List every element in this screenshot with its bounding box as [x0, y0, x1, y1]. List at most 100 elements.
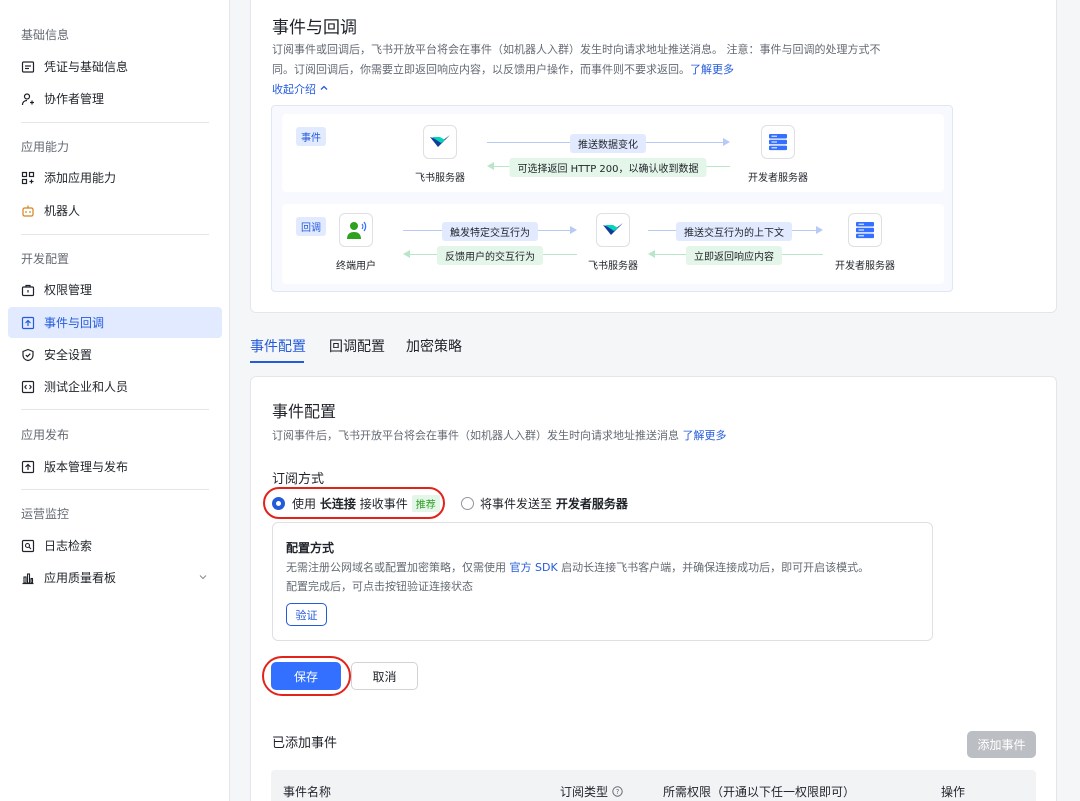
tab-encryption[interactable]: 加密策略 — [406, 336, 462, 356]
dev-server-node — [848, 213, 882, 247]
arrow-left-icon — [403, 250, 410, 258]
cancel-button[interactable]: 取消 — [351, 662, 418, 690]
option-bold-text: 开发者服务器 — [555, 497, 628, 511]
sidebar-divider — [21, 122, 209, 123]
permission-icon — [21, 283, 35, 297]
long-connection-radio[interactable] — [272, 497, 285, 510]
sidebar-divider — [21, 489, 209, 490]
sidebar-item-credentials[interactable]: 凭证与基础信息 — [8, 51, 222, 82]
added-events-title: 已添加事件 — [272, 736, 338, 751]
event-icon — [21, 316, 35, 330]
sidebar-item-security[interactable]: 安全设置 — [8, 339, 222, 370]
sidebar-item-label: 测试企业和人员 — [44, 380, 129, 394]
subscribe-mode-label: 订阅方式 — [272, 472, 325, 487]
column-event-name: 事件名称 — [283, 785, 332, 799]
code-icon — [21, 380, 35, 394]
sidebar-item-test-users[interactable]: 测试企业和人员 — [8, 371, 222, 402]
arrow-right-icon — [816, 226, 823, 234]
official-sdk-link[interactable]: 官方 SDK — [510, 561, 558, 574]
robot-icon — [21, 204, 35, 218]
sidebar-item-robot[interactable]: 机器人 — [8, 195, 222, 226]
upload-icon — [21, 460, 35, 474]
sidebar-item-label: 安全设置 — [44, 348, 93, 362]
chart-bar-icon — [21, 571, 35, 585]
event-lane — [282, 114, 944, 192]
collapse-intro-button[interactable]: 收起介绍 — [272, 80, 329, 100]
arrow-right-icon — [570, 226, 577, 234]
sidebar-item-log-search[interactable]: 日志检索 — [8, 530, 222, 561]
recommend-badge: 推荐 — [411, 495, 440, 512]
cb-return-label: 立即返回响应内容 — [686, 246, 782, 265]
mode-desc-text: 启动长连接飞书客户端，并确保连接成功后，即可开启该模式。 — [561, 561, 870, 574]
intro-description-line1: 订阅事件或回调后，飞书开放平台将会在事件（如机器人入群）发生时向请求地址推送消息… — [272, 43, 881, 56]
dev-server-radio[interactable] — [461, 497, 474, 510]
sidebar-group-title: 基础信息 — [21, 28, 70, 42]
event-return-label: 可选择返回 HTTP 200，以确认收到数据 — [509, 158, 707, 177]
config-mode-description-2: 配置完成后，可点击按钮验证连接状态 — [286, 580, 473, 593]
sidebar-item-permissions[interactable]: 权限管理 — [8, 274, 222, 305]
sidebar-item-label: 应用质量看板 — [44, 571, 117, 585]
option-text: 将事件发送至 — [480, 497, 553, 511]
config-title: 事件配置 — [272, 402, 337, 421]
dev-server-option-label[interactable]: 将事件发送至 开发者服务器 — [480, 495, 628, 512]
add-event-button[interactable]: 添加事件 — [967, 731, 1036, 758]
sidebar-item-label: 添加应用能力 — [44, 171, 117, 185]
sidebar-item-label: 日志检索 — [44, 539, 93, 553]
active-tab-indicator — [250, 361, 304, 363]
chevron-up-icon — [320, 85, 328, 90]
feishu-server-label: 飞书服务器 — [415, 173, 465, 184]
cb-push-label: 推送交互行为的上下文 — [676, 222, 792, 241]
arrow-left-icon — [648, 250, 655, 258]
intro-description-line2: 同。订阅回调后，你需要立即返回响应内容，以反馈用户操作，而事件则不要求返回。了解… — [272, 60, 734, 80]
mode-desc-text: 无需注册公网域名或配置加密策略，仅需使用 — [286, 561, 506, 574]
sidebar-item-release[interactable]: 版本管理与发布 — [8, 451, 222, 482]
help-icon[interactable]: ? — [612, 786, 623, 797]
verify-button[interactable]: 验证 — [286, 603, 327, 626]
column-subscribe-type: 订阅类型 ? — [560, 783, 623, 800]
sidebar-item-quality-dashboard[interactable]: 应用质量看板 — [8, 562, 222, 593]
sidebar-item-label: 权限管理 — [44, 283, 93, 297]
feishu-server-node — [596, 213, 630, 247]
option-text: 使用 — [292, 497, 317, 511]
config-description-text: 订阅事件后，飞书开放平台将会在事件（如机器人入群）发生时向请求地址推送消息 — [272, 429, 679, 442]
learn-more-link[interactable]: 了解更多 — [690, 63, 734, 76]
sidebar-item-label: 事件与回调 — [44, 316, 105, 330]
log-search-icon — [21, 539, 35, 553]
sidebar-group-title: 开发配置 — [21, 252, 70, 266]
sidebar-item-label: 凭证与基础信息 — [44, 60, 129, 74]
sidebar-item-events-callbacks[interactable]: 事件与回调 — [8, 307, 222, 338]
sidebar-group-title: 应用能力 — [21, 140, 70, 154]
shield-icon — [21, 348, 35, 362]
dev-server-node — [761, 125, 795, 159]
user-icon — [347, 221, 367, 239]
sidebar-item-collaborators[interactable]: 协作者管理 — [8, 83, 222, 114]
learn-more-link[interactable]: 了解更多 — [683, 429, 727, 442]
cb-feedback-label: 反馈用户的交互行为 — [437, 246, 543, 265]
option-bold-text: 长连接 — [319, 497, 356, 511]
dev-server-label: 开发者服务器 — [835, 261, 895, 272]
long-connection-option-label[interactable]: 使用 长连接 接收事件 推荐 — [292, 495, 440, 512]
add-user-icon — [21, 92, 35, 106]
sidebar-item-label: 版本管理与发布 — [44, 460, 129, 474]
event-tag: 事件 — [296, 127, 326, 146]
config-description: 订阅事件后，飞书开放平台将会在事件（如机器人入群）发生时向请求地址推送消息 了解… — [272, 426, 727, 446]
event-push-label: 推送数据变化 — [570, 134, 646, 153]
sidebar-item-add-capability[interactable]: 添加应用能力 — [8, 162, 222, 193]
feishu-logo-icon — [430, 135, 450, 147]
tab-callback-config[interactable]: 回调配置 — [329, 336, 385, 356]
intro-title: 事件与回调 — [272, 18, 357, 38]
events-table-header: 事件名称 订阅类型 ? 所需权限（开通以下任一权限即可） 操作 — [271, 770, 1036, 801]
dev-server-label: 开发者服务器 — [748, 173, 808, 184]
config-mode-description: 无需注册公网域名或配置加密策略，仅需使用 官方 SDK 启动长连接飞书客户端，并… — [286, 558, 869, 578]
collapse-intro-label: 收起介绍 — [272, 83, 316, 96]
arrow-right-icon — [723, 138, 730, 146]
tab-event-config[interactable]: 事件配置 — [250, 336, 306, 356]
arrow-left-icon — [487, 162, 494, 170]
save-button[interactable]: 保存 — [271, 662, 341, 690]
column-label: 订阅类型 — [560, 785, 609, 799]
option-text: 接收事件 — [359, 497, 408, 511]
sidebar-item-label: 协作者管理 — [44, 92, 105, 106]
feishu-server-node — [423, 125, 457, 159]
chevron-down-icon[interactable] — [198, 572, 208, 582]
feishu-server-label: 飞书服务器 — [588, 261, 638, 272]
